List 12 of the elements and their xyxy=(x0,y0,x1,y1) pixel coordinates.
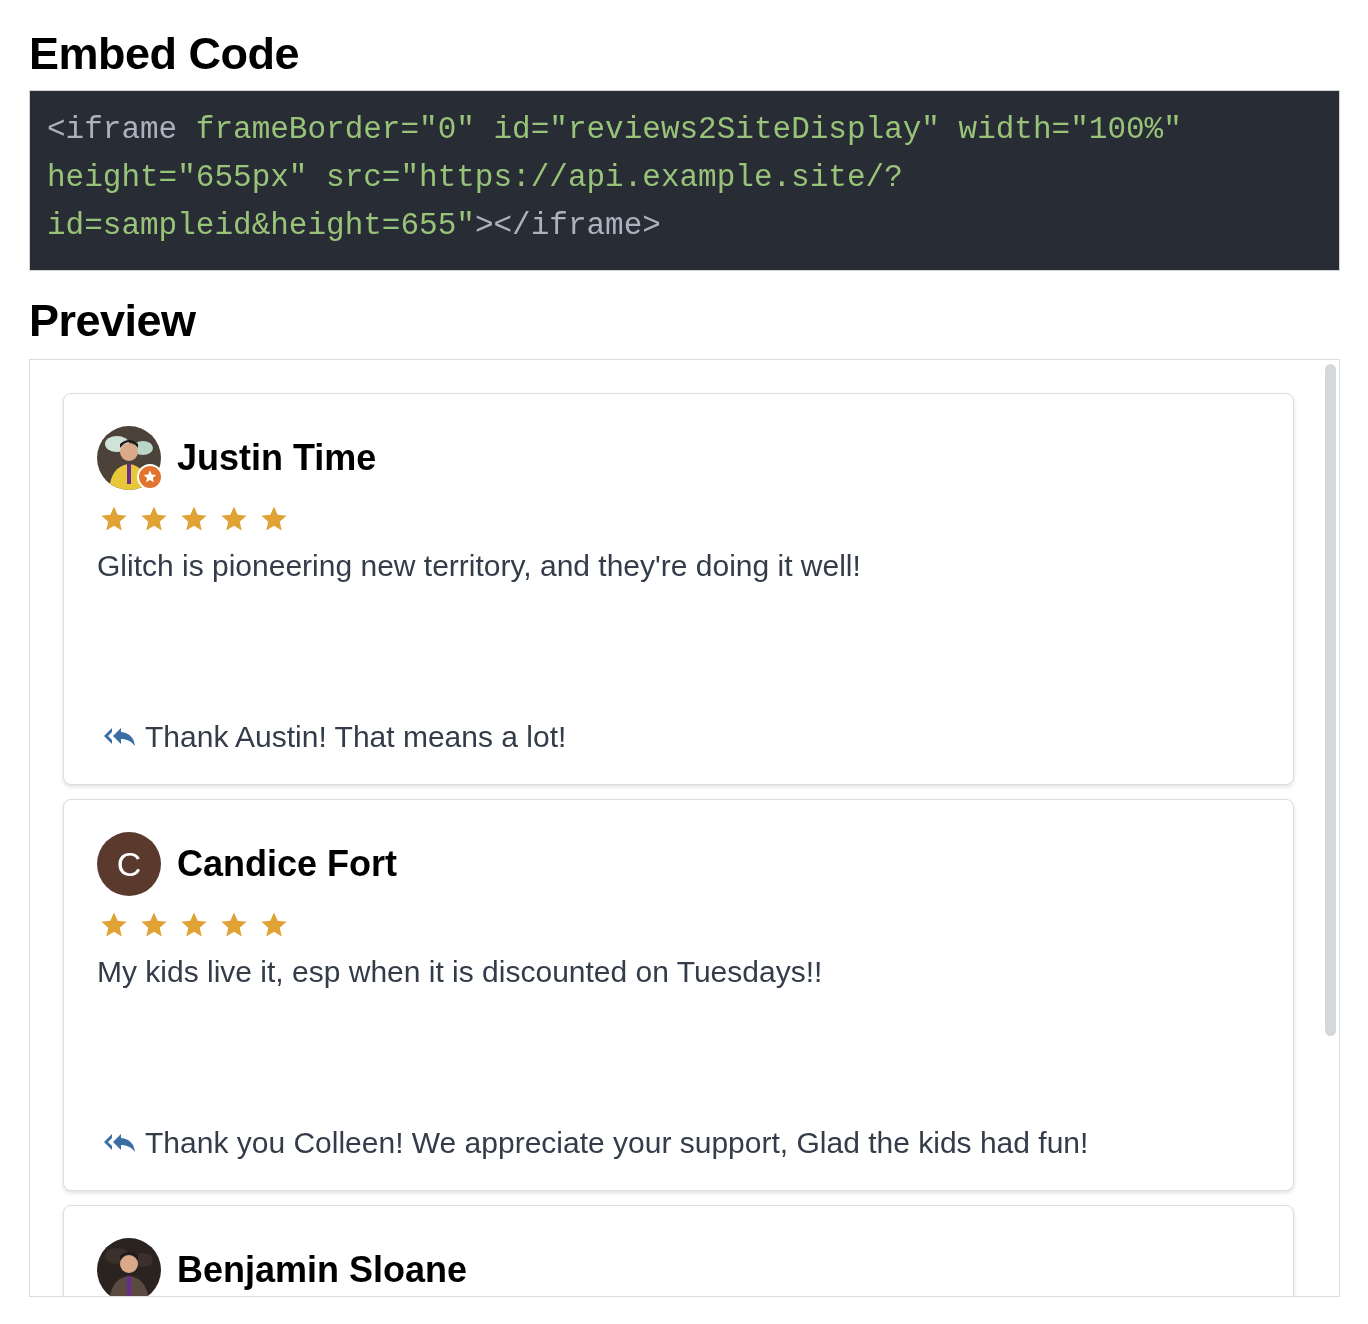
section-heading: Embed Code xyxy=(29,27,300,81)
review-text: Glitch is pioneering new territory, and they're doing it well! xyxy=(97,548,862,584)
review-text: My kids live it, esp when it is discounted on Tuesdays!! xyxy=(97,954,824,990)
reviewer-name: Candice Fort xyxy=(177,845,398,883)
reply-text: Thank Austin! That means a lot! xyxy=(145,720,567,754)
code-block: <iframe frameBorder="0" id="reviews2SiteDisplay" width="100%" height="655px" src="https://api.example.site/? id=sampleid&height=655"></iframe> xyxy=(29,90,1340,271)
reply-text: Thank you Colleen! We appreciate your support, Glad the kids had fun! xyxy=(145,1126,1089,1160)
reviewer-name: Justin Time xyxy=(177,439,377,477)
scrollbar-thumb[interactable] xyxy=(1325,364,1336,1036)
reviewer-name: Benjamin Sloane xyxy=(177,1251,468,1289)
section-heading: Preview xyxy=(29,294,196,348)
avatar-letter: C xyxy=(97,832,161,896)
